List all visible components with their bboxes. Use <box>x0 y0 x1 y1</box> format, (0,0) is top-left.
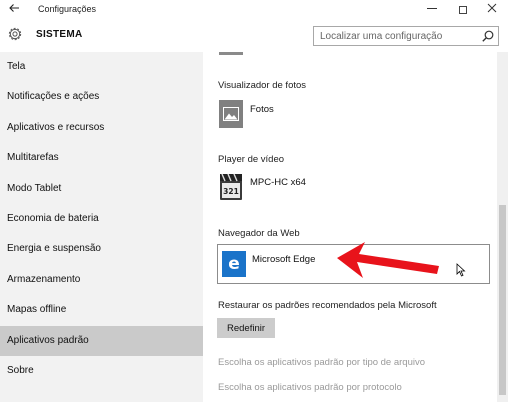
video-player-app-button[interactable]: 321 MPC-HC x64 <box>217 169 482 207</box>
gear-icon <box>8 27 22 41</box>
choose-by-file-type-link[interactable]: Escolha os aplicativos padrão por tipo d… <box>218 357 425 368</box>
maximize-icon <box>459 6 467 15</box>
mpc-hc-icon: 321 <box>219 173 243 201</box>
back-arrow-icon[interactable] <box>4 1 24 19</box>
maximize-button[interactable] <box>449 0 477 20</box>
section-label-web-browser: Navegador da Web <box>218 228 300 239</box>
reset-button[interactable]: Redefinir <box>217 318 275 338</box>
photos-app-icon <box>219 100 243 128</box>
settings-header: SISTEMA <box>0 20 508 52</box>
search-icon[interactable] <box>481 29 495 43</box>
reset-defaults-label: Restaurar os padrões recomendados pela M… <box>218 300 437 311</box>
mouse-cursor-icon <box>456 263 466 277</box>
web-browser-app-name: Microsoft Edge <box>252 254 316 265</box>
scrollbar[interactable] <box>497 52 508 402</box>
section-label-photo-viewer: Visualizador de fotos <box>218 80 307 91</box>
sidebar-item-armazenamento[interactable]: Armazenamento <box>0 265 203 295</box>
video-player-app-name: MPC-HC x64 <box>250 177 306 188</box>
sidebar-item-tela[interactable]: Tela <box>0 52 203 82</box>
edge-icon: e <box>222 251 246 277</box>
sidebar: Tela Notificações e ações Aplicativos e … <box>0 52 203 402</box>
sidebar-item-multitarefas[interactable]: Multitarefas <box>0 143 203 173</box>
choose-by-protocol-link[interactable]: Escolha os aplicativos padrão por protoc… <box>218 382 402 393</box>
sidebar-item-sobre[interactable]: Sobre <box>0 356 203 386</box>
photo-viewer-app-name: Fotos <box>250 104 274 115</box>
mpc-hc-icon-text: 321 <box>223 187 239 196</box>
close-button[interactable] <box>478 0 506 20</box>
app-icon-partial <box>219 52 243 55</box>
minimize-button[interactable] <box>418 0 446 20</box>
section-label-video-player: Player de vídeo <box>218 154 285 165</box>
edge-icon-letter: e <box>228 253 240 274</box>
red-arrow-annotation <box>337 242 439 278</box>
sidebar-item-energia-suspensao[interactable]: Energia e suspensão <box>0 234 203 264</box>
sidebar-item-economia-bateria[interactable]: Economia de bateria <box>0 204 203 234</box>
main-content: Visualizador de fotos Fotos Player de ví… <box>203 52 508 402</box>
window-title: Configurações <box>38 4 97 14</box>
sidebar-item-aplicativos-padrao[interactable]: Aplicativos padrão <box>0 325 203 356</box>
page-title: SISTEMA <box>36 29 83 40</box>
search-box[interactable] <box>313 26 499 46</box>
sidebar-item-aplicativos-recursos[interactable]: Aplicativos e recursos <box>0 113 203 143</box>
title-bar: Configurações <box>0 0 508 20</box>
photo-viewer-app-button[interactable]: Fotos <box>217 96 482 134</box>
sidebar-item-mapas-offline[interactable]: Mapas offline <box>0 295 203 325</box>
scrollbar-thumb[interactable] <box>499 205 506 395</box>
search-input[interactable] <box>314 27 482 45</box>
sidebar-item-notificacoes[interactable]: Notificações e ações <box>0 82 203 112</box>
sidebar-item-modo-tablet[interactable]: Modo Tablet <box>0 174 203 204</box>
